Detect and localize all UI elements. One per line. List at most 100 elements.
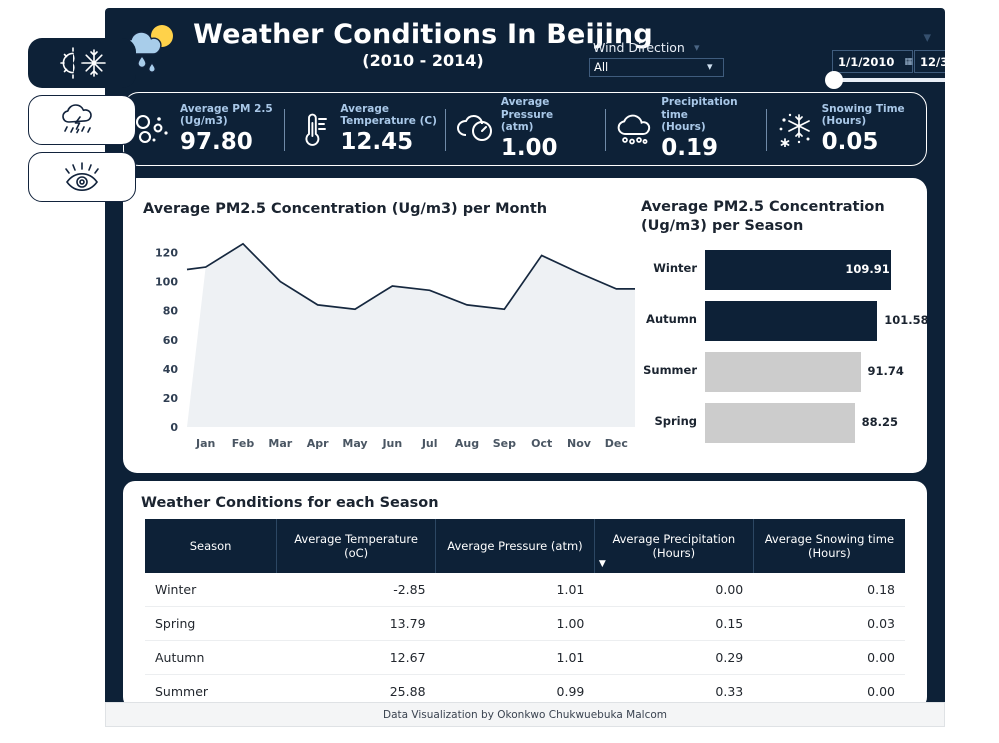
- bar-value-label: 91.74: [867, 364, 904, 378]
- kpi-label-line1: Snowing Time: [821, 102, 905, 115]
- sidebar-item-storm[interactable]: [28, 95, 136, 145]
- kpi-average-temperature: Average Temperature (C) 12.45: [284, 93, 444, 165]
- table-row[interactable]: Spring 13.79 1.00 0.15 0.03: [145, 606, 905, 641]
- table-cell-snowing: 0.00: [753, 640, 905, 675]
- season-chart-title: Average PM2.5 Concentration (Ug/m3) per …: [641, 199, 885, 234]
- svg-text:Oct: Oct: [531, 437, 552, 450]
- bar[interactable]: [705, 352, 861, 392]
- table-column-header[interactable]: Season: [145, 519, 278, 573]
- table-cell-pressure: 1.01: [435, 573, 595, 607]
- season-chart-header: Average PM2.5 Concentration (Ug/m3) per …: [641, 198, 921, 236]
- kpi-label-line1: Average: [340, 102, 390, 115]
- svg-text:Sep: Sep: [493, 437, 516, 450]
- svg-text:Jun: Jun: [381, 437, 402, 450]
- svg-text:Aug: Aug: [455, 437, 479, 450]
- bar[interactable]: [705, 403, 855, 443]
- snowflake-icon: [774, 111, 818, 147]
- date-end-value: 12/31/2014: [920, 54, 945, 69]
- bar-value-label: 109.91: [845, 262, 890, 276]
- bar-category-label: Autumn: [646, 312, 697, 326]
- kpi-average-pm25: Average PM 2.5 (Ug/m3) 97.80: [124, 93, 284, 165]
- bar-value-label: 101.58: [884, 313, 927, 327]
- table-body: Winter -2.85 1.01 0.00 0.18 Spring 13.79 1.00 0.…: [145, 573, 905, 708]
- kpi-value: 97.80: [180, 128, 253, 155]
- bar-value-label: 88.25: [861, 415, 899, 429]
- sidebar-item-weather-overview[interactable]: [28, 38, 136, 88]
- date-range-slider-track[interactable]: [832, 78, 945, 82]
- date-start-value: 1/1/2010: [838, 54, 895, 69]
- svg-text:120: 120: [155, 247, 178, 260]
- table-cell-temperature: 12.67: [276, 640, 436, 675]
- svg-text:40: 40: [163, 363, 179, 376]
- sidebar-item-visibility[interactable]: [28, 152, 136, 202]
- table-title: Weather Conditions for each Season: [141, 495, 439, 511]
- table-cell-temperature: 13.79: [276, 606, 436, 641]
- table-cell-precipitation: 0.00: [594, 573, 754, 607]
- bar-row[interactable]: Summer 91.74: [641, 352, 923, 394]
- line-chart-title: Average PM2.5 Concentration (Ug/m3) per …: [143, 201, 548, 217]
- footer-credit: Data Visualization by Okonkwo Chukwuebuk…: [382, 708, 667, 721]
- rain-cloud-icon: [613, 113, 657, 145]
- season-table-card: Weather Conditions for each Season Seaso…: [123, 481, 927, 709]
- table-column-header[interactable]: Average Temperature (oC): [276, 519, 437, 573]
- sort-descending-icon[interactable]: ▼: [599, 559, 606, 569]
- line-chart-header: Average PM2.5 Concentration (Ug/m3) per …: [143, 200, 643, 219]
- footer-bar: Data Visualization by Okonkwo Chukwuebuk…: [105, 702, 945, 727]
- eye-icon: [54, 160, 110, 194]
- table-column-header[interactable]: Average Precipitation (Hours) ▼: [594, 519, 754, 573]
- kpi-summary-card: Average PM 2.5 (Ug/m3) 97.80 Average Tempe…: [123, 92, 927, 166]
- table-cell-season: Autumn: [145, 640, 277, 675]
- kpi-label-line2: (Hours): [821, 115, 867, 127]
- particles-icon: [132, 112, 176, 146]
- table-cell-precipitation: 0.15: [594, 606, 754, 641]
- date-start-input[interactable]: 1/1/2010 ▦: [832, 50, 913, 73]
- table-head: Season Average Temperature (oC) Average Pr…: [145, 519, 905, 573]
- table-row[interactable]: Winter -2.85 1.01 0.00 0.18: [145, 573, 905, 607]
- wind-direction-label: Wind Direction: [593, 40, 685, 55]
- kpi-label-line1: Average Pressure: [500, 96, 554, 121]
- svg-text:May: May: [342, 437, 367, 450]
- chevron-down-icon[interactable]: ▾: [707, 60, 713, 73]
- bar[interactable]: [705, 301, 878, 341]
- table-cell-pressure: 1.00: [435, 606, 595, 641]
- kpi-label-line1: Precipitation time: [661, 96, 738, 121]
- thunderstorm-cloud-icon: [53, 102, 111, 138]
- date-end-input[interactable]: 12/31/2014 ▦: [914, 50, 945, 73]
- table-column-header[interactable]: Average Snowing time (Hours): [753, 519, 905, 573]
- thermometer-icon: [292, 110, 336, 148]
- bar-row[interactable]: Winter 109.91: [641, 250, 923, 292]
- table-cell-season: Spring: [145, 606, 277, 641]
- bar-row[interactable]: Autumn 101.58: [641, 301, 927, 343]
- bar-category-label: Summer: [643, 363, 697, 377]
- table-column-header[interactable]: Average Pressure (atm): [435, 519, 595, 573]
- table-cell-snowing: 0.03: [753, 606, 905, 641]
- kpi-value: 1.00: [500, 134, 558, 161]
- svg-text:80: 80: [163, 305, 179, 318]
- svg-text:Jan: Jan: [195, 437, 215, 450]
- kpi-snowing-time: Snowing Time (Hours) 0.05: [765, 93, 926, 165]
- table-row[interactable]: Autumn 12.67 1.01 0.29 0.00: [145, 640, 905, 675]
- bar-row[interactable]: Spring 88.25: [641, 403, 923, 445]
- season-conditions-table: Season Average Temperature (oC) Average Pr…: [145, 519, 905, 708]
- charts-card: Average PM2.5 Concentration (Ug/m3) per …: [123, 178, 927, 473]
- chevron-down-icon[interactable]: ▾: [694, 41, 700, 54]
- filter-bar: Wind Direction ▾ All ▾ 1/1/2010 ▦ 12/31/…: [589, 33, 945, 89]
- bar-category-label: Winter: [653, 261, 697, 275]
- table-cell-pressure: 1.01: [435, 640, 595, 675]
- svg-text:20: 20: [163, 392, 179, 405]
- svg-text:Feb: Feb: [232, 437, 255, 450]
- wind-direction-select[interactable]: All: [589, 58, 724, 77]
- svg-text:Jul: Jul: [421, 437, 438, 450]
- calendar-icon[interactable]: ▦: [904, 57, 913, 67]
- svg-text:100: 100: [155, 276, 178, 289]
- kpi-label-line1: Average PM 2.5: [180, 102, 273, 115]
- pressure-gauge-icon: [453, 113, 497, 145]
- kpi-label-line2: (Ug/m3): [180, 115, 228, 127]
- date-range-slider-handle-left[interactable]: [825, 71, 843, 89]
- sun-snowflake-icon: [51, 46, 113, 80]
- svg-text:Nov: Nov: [567, 437, 592, 450]
- seasonal-pm25-bar-chart: Winter 109.91 Autumn 101.58 Summer 91.74 Sprin…: [641, 250, 927, 455]
- wind-direction-value: All: [594, 60, 609, 74]
- kpi-value: 0.19: [661, 134, 718, 161]
- kpi-label-line2: (atm): [500, 121, 534, 134]
